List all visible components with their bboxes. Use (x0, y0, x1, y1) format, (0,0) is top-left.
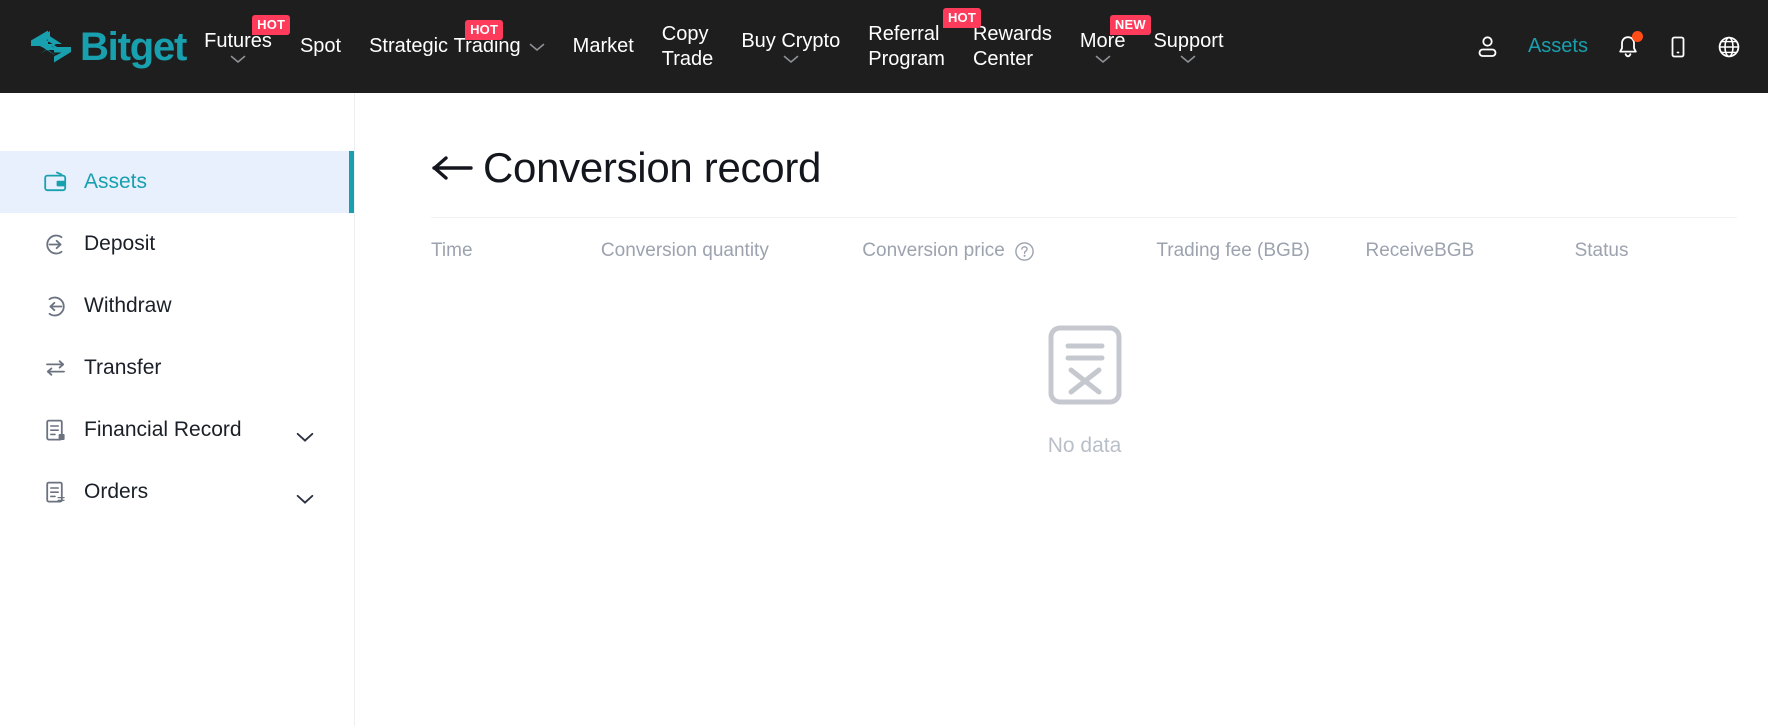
sidebar: Assets Deposit Withdraw Transfer Financi… (0, 93, 355, 726)
main-content: Conversion record Time Conversion quanti… (355, 93, 1768, 726)
conversion-record-table: Time Conversion quantity Conversion pric… (431, 218, 1738, 278)
chevron-down-icon[interactable] (296, 425, 314, 442)
column-header-trading-fee-label: Trading fee (BGB) (1156, 240, 1310, 262)
notifications-bell-icon[interactable] (1616, 30, 1643, 60)
nav-item-rewards-center-label: Rewards (972, 22, 1052, 45)
sidebar-item-assets-label: Assets (84, 170, 148, 193)
column-header-trading-fee: Trading fee (BGB) (1156, 218, 1365, 278)
column-header-time: Time (431, 218, 601, 278)
bitget-logo[interactable]: Bitget (28, 24, 187, 69)
bitget-logo-mark (31, 30, 71, 62)
nav-item-spot[interactable]: Spot (286, 34, 355, 59)
language-globe-icon[interactable] (1716, 34, 1742, 60)
badge-hot: HOT (465, 20, 504, 40)
nav-item-rewards-center[interactable]: Rewards Center HOT (942, 7, 1066, 72)
nav-item-market-label: Market (572, 35, 634, 57)
sidebar-item-orders-label: Orders (84, 480, 149, 503)
page-body: Assets Deposit Withdraw Transfer Financi… (0, 93, 1768, 726)
empty-state-text: No data (1047, 434, 1122, 458)
sidebar-item-orders[interactable]: Orders (0, 461, 354, 523)
column-header-conversion-quantity-label: Conversion quantity (600, 240, 769, 262)
sidebar-item-transfer-label: Transfer (84, 356, 162, 379)
chevron-down-icon (230, 55, 246, 64)
column-header-receive-bgb: ReceiveBGB (1365, 218, 1574, 278)
empty-state: No data (431, 324, 1738, 458)
sidebar-item-assets[interactable]: Assets (0, 151, 354, 213)
badge-hot: HOT (942, 7, 981, 28)
wallet-icon (42, 169, 68, 195)
nav-item-copy-trade[interactable]: Copy Trade (648, 22, 728, 72)
column-header-status-label: Status (1574, 240, 1629, 262)
badge-hot: HOT (252, 15, 291, 35)
no-data-document-icon (1045, 324, 1125, 406)
column-header-conversion-price: Conversion price (862, 218, 1156, 278)
bitget-wordmark: Bitget (80, 24, 187, 69)
document-icon (42, 417, 68, 443)
nav-item-copy-trade-label: Copy (661, 22, 709, 45)
nav-item-futures[interactable]: Futures HOT (190, 15, 291, 64)
user-account-icon[interactable] (1475, 34, 1500, 60)
column-header-receive-bgb-label: ReceiveBGB (1365, 240, 1475, 262)
column-header-time-label: Time (431, 240, 473, 262)
nav-items: Futures HOT Spot Strategic Trading HOT M… (190, 7, 1237, 72)
table-header-row: Time Conversion quantity Conversion pric… (431, 218, 1738, 278)
nav-assets-link[interactable]: Assets (1528, 35, 1588, 58)
sidebar-item-deposit-label: Deposit (84, 232, 156, 255)
nav-item-strategic-trading-label: Strategic (369, 35, 449, 57)
page-header: Conversion record (431, 93, 1738, 217)
transfer-icon (42, 355, 68, 381)
nav-item-referral-program-label: Referral (868, 22, 940, 45)
nav-item-support-label: Support (1153, 30, 1224, 52)
nav-item-copy-trade-label2: Trade (661, 47, 714, 70)
table-header: Time Conversion quantity Conversion pric… (431, 218, 1738, 278)
nav-item-rewards-center-label2: Center (972, 47, 1033, 70)
column-header-conversion-price-label: Conversion price (862, 240, 1005, 262)
nav-right-actions: Assets (1459, 30, 1742, 60)
nav-item-market[interactable]: Market (559, 34, 648, 59)
chevron-down-icon (529, 43, 545, 52)
deposit-arrow-icon (42, 231, 68, 257)
withdraw-arrow-icon (42, 293, 68, 319)
sidebar-item-deposit[interactable]: Deposit (0, 213, 354, 275)
notification-dot (1632, 30, 1643, 42)
chevron-down-icon (783, 55, 799, 64)
orders-document-icon (42, 479, 68, 505)
chevron-down-icon (1180, 55, 1196, 64)
nav-item-strategic-trading[interactable]: Strategic Trading HOT (355, 20, 559, 59)
nav-item-more[interactable]: More NEW (1066, 15, 1151, 64)
chevron-down-icon[interactable] (296, 487, 314, 504)
nav-item-referral-program[interactable]: Referral Program (854, 22, 959, 72)
chevron-down-icon (1095, 55, 1111, 64)
nav-item-buy-crypto[interactable]: Buy Crypto (727, 29, 854, 64)
nav-item-buy-crypto-label: Buy Crypto (741, 30, 841, 52)
page-title: Conversion record (483, 144, 822, 191)
nav-item-referral-program-label2: Program (868, 47, 945, 70)
column-header-conversion-quantity: Conversion quantity (601, 218, 862, 278)
help-question-icon[interactable] (1014, 241, 1035, 262)
sidebar-item-withdraw-label: Withdraw (84, 294, 172, 317)
sidebar-item-financial-record[interactable]: Financial Record (0, 399, 354, 461)
column-header-status: Status (1575, 218, 1738, 278)
top-navigation-bar: Bitget Futures HOT Spot Strategic Tradin… (0, 0, 1768, 93)
sidebar-item-financial-record-label: Financial Record (84, 418, 242, 441)
back-arrow-icon[interactable] (431, 148, 483, 188)
nav-item-support[interactable]: Support (1139, 29, 1237, 64)
nav-item-spot-label: Spot (299, 35, 342, 57)
mobile-app-icon[interactable] (1668, 34, 1688, 60)
sidebar-item-transfer[interactable]: Transfer (0, 337, 354, 399)
sidebar-item-withdraw[interactable]: Withdraw (0, 275, 354, 337)
